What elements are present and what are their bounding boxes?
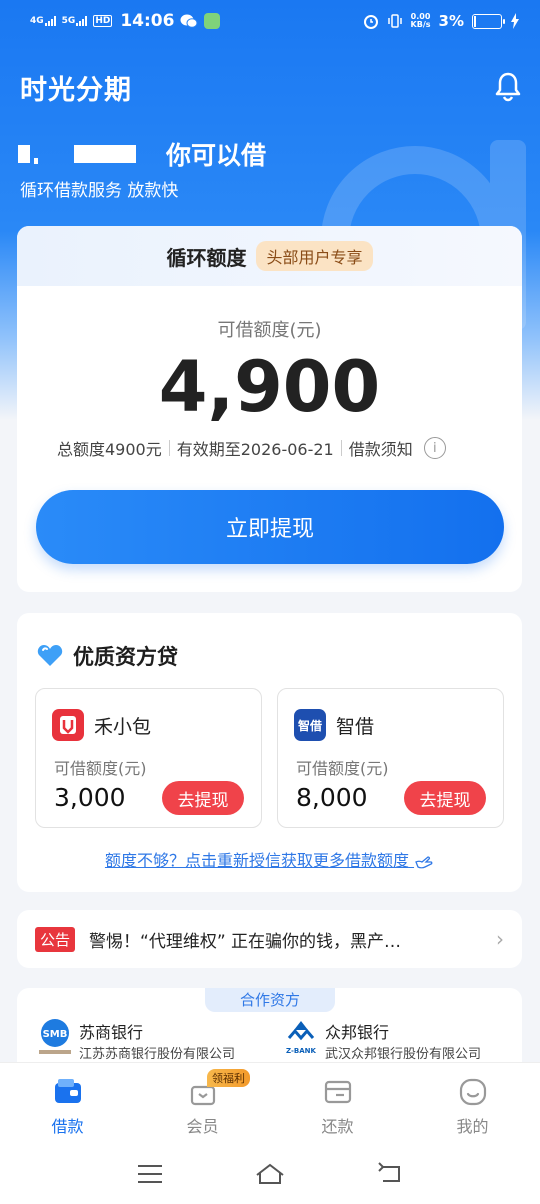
reapply-credit-link[interactable]: 额度不够？点击重新授信获取更多借款额度 [17, 847, 522, 871]
tab-borrow[interactable]: 借款 [0, 1063, 135, 1144]
menu-icon[interactable] [135, 1161, 165, 1187]
bank-full-name: 江苏苏商银行股份有限公司 [79, 1047, 236, 1062]
tab-label: 借款 [51, 1117, 84, 1136]
tab-label: 会员 [186, 1117, 219, 1136]
alarm-icon [363, 15, 378, 29]
clock: 14:06 [120, 11, 175, 31]
lender-limit-label: 可借额度(元) [54, 759, 147, 778]
terms-link[interactable]: 借款须知 [349, 436, 413, 460]
vip-tag: 头部用户专享 [256, 241, 373, 271]
lender-name: 智借 [336, 716, 375, 738]
pointing-hand-icon [415, 855, 433, 868]
credit-meta: 总额度4900元 有效期至2026-06-21 借款须知 i [57, 436, 446, 460]
greeting-main-text: 你可以借 [166, 141, 267, 170]
bank-name: 众邦银行 [325, 1023, 390, 1042]
battery-percent: 3% [438, 12, 464, 30]
tab-repay[interactable]: 还款 [270, 1063, 405, 1144]
bell-icon[interactable] [493, 70, 523, 102]
quality-loans-title: 优质资方贷 [37, 641, 178, 671]
partner-tag: 合作资方 [205, 988, 335, 1012]
heart-icon [37, 645, 63, 666]
tab-mine[interactable]: 我的 [405, 1063, 540, 1144]
wallet-icon [54, 1079, 81, 1103]
vibrate-icon [387, 14, 402, 28]
zhijie-logo: 智借 [294, 709, 326, 741]
network-speed: 0.00 KB/s [410, 12, 431, 29]
zbank-logo: Z-BANK [286, 1021, 317, 1055]
available-amount: 4,900 [158, 346, 381, 428]
tab-member[interactable]: 领福利 会员 [135, 1063, 270, 1144]
announcement-text: 警惕！“代理维权” 正在骗你的钱，黑产… [89, 931, 402, 952]
announcement-tag: 公告 [35, 926, 76, 952]
greeting-subtitle: 循环借款服务 放款快 [20, 181, 179, 201]
available-label: 可借额度(元) [217, 320, 322, 341]
card-title: 循环额度 [166, 245, 247, 270]
bank-full-name: 武汉众邦银行股份有限公司 [325, 1047, 482, 1062]
masked-name [18, 145, 30, 163]
quality-loans-section: 优质资方贷 禾小包 可借额度(元) 3,000 去提现 智借 智借 可借额度(元… [17, 613, 522, 892]
lender-amount: 8,000 [296, 783, 368, 812]
lender-limit-label: 可借额度(元) [296, 759, 389, 778]
smb-bank-logo: SMB [39, 1019, 71, 1054]
withdraw-now-button[interactable]: 立即提现 [36, 490, 504, 564]
card-header: 循环额度 头部用户专享 [17, 226, 522, 286]
withdraw-button[interactable]: 去提现 [404, 781, 486, 815]
card-icon [324, 1080, 351, 1104]
status-bar: 4G 5G HD 14:06 0.00 KB/s 3% [0, 0, 540, 42]
announcement-bar[interactable]: 公告 警惕！“代理维权” 正在骗你的钱，黑产… › [17, 910, 522, 968]
withdraw-button[interactable]: 去提现 [162, 781, 244, 815]
signal-5g: 5G [62, 16, 88, 26]
svg-text:SMB: SMB [43, 1029, 68, 1040]
chevron-right-icon: › [496, 927, 504, 951]
hd-voice-icon: HD [93, 15, 113, 27]
greeting-title: 你可以借 [18, 136, 266, 172]
lender-card-zhijie[interactable]: 智借 智借 可借额度(元) 8,000 去提现 [277, 688, 504, 828]
tab-label: 还款 [321, 1117, 354, 1136]
bottom-tab-bar: 借款 领福利 会员 还款 我的 [0, 1062, 540, 1144]
total-limit: 总额度4900元 [57, 440, 162, 459]
back-icon[interactable] [375, 1161, 405, 1187]
wechat-icon [180, 14, 198, 28]
battery-icon [472, 13, 505, 29]
svg-text:Z-BANK: Z-BANK [286, 1047, 316, 1055]
smile-icon [459, 1078, 486, 1106]
credit-limit-card: 循环额度 头部用户专享 可借额度(元) 4,900 总额度4900元 有效期至2… [17, 226, 522, 592]
lender-amount: 3,000 [54, 783, 126, 812]
app-notification-icon [204, 13, 221, 29]
welfare-badge: 领福利 [207, 1069, 250, 1087]
charging-icon [511, 13, 519, 29]
signal-4g: 4G [30, 16, 56, 26]
lender-card-hexiaobao[interactable]: 禾小包 可借额度(元) 3,000 去提现 [35, 688, 262, 828]
valid-until: 有效期至2026-06-21 [176, 440, 334, 459]
home-icon[interactable] [255, 1161, 285, 1187]
system-navigation-bar [0, 1144, 540, 1204]
tab-label: 我的 [456, 1117, 489, 1136]
app-title: 时光分期 [20, 75, 132, 106]
bank-name: 苏商银行 [79, 1023, 144, 1042]
lender-name: 禾小包 [94, 716, 152, 738]
info-icon[interactable]: i [423, 437, 446, 459]
hexiaobao-logo [52, 709, 84, 741]
